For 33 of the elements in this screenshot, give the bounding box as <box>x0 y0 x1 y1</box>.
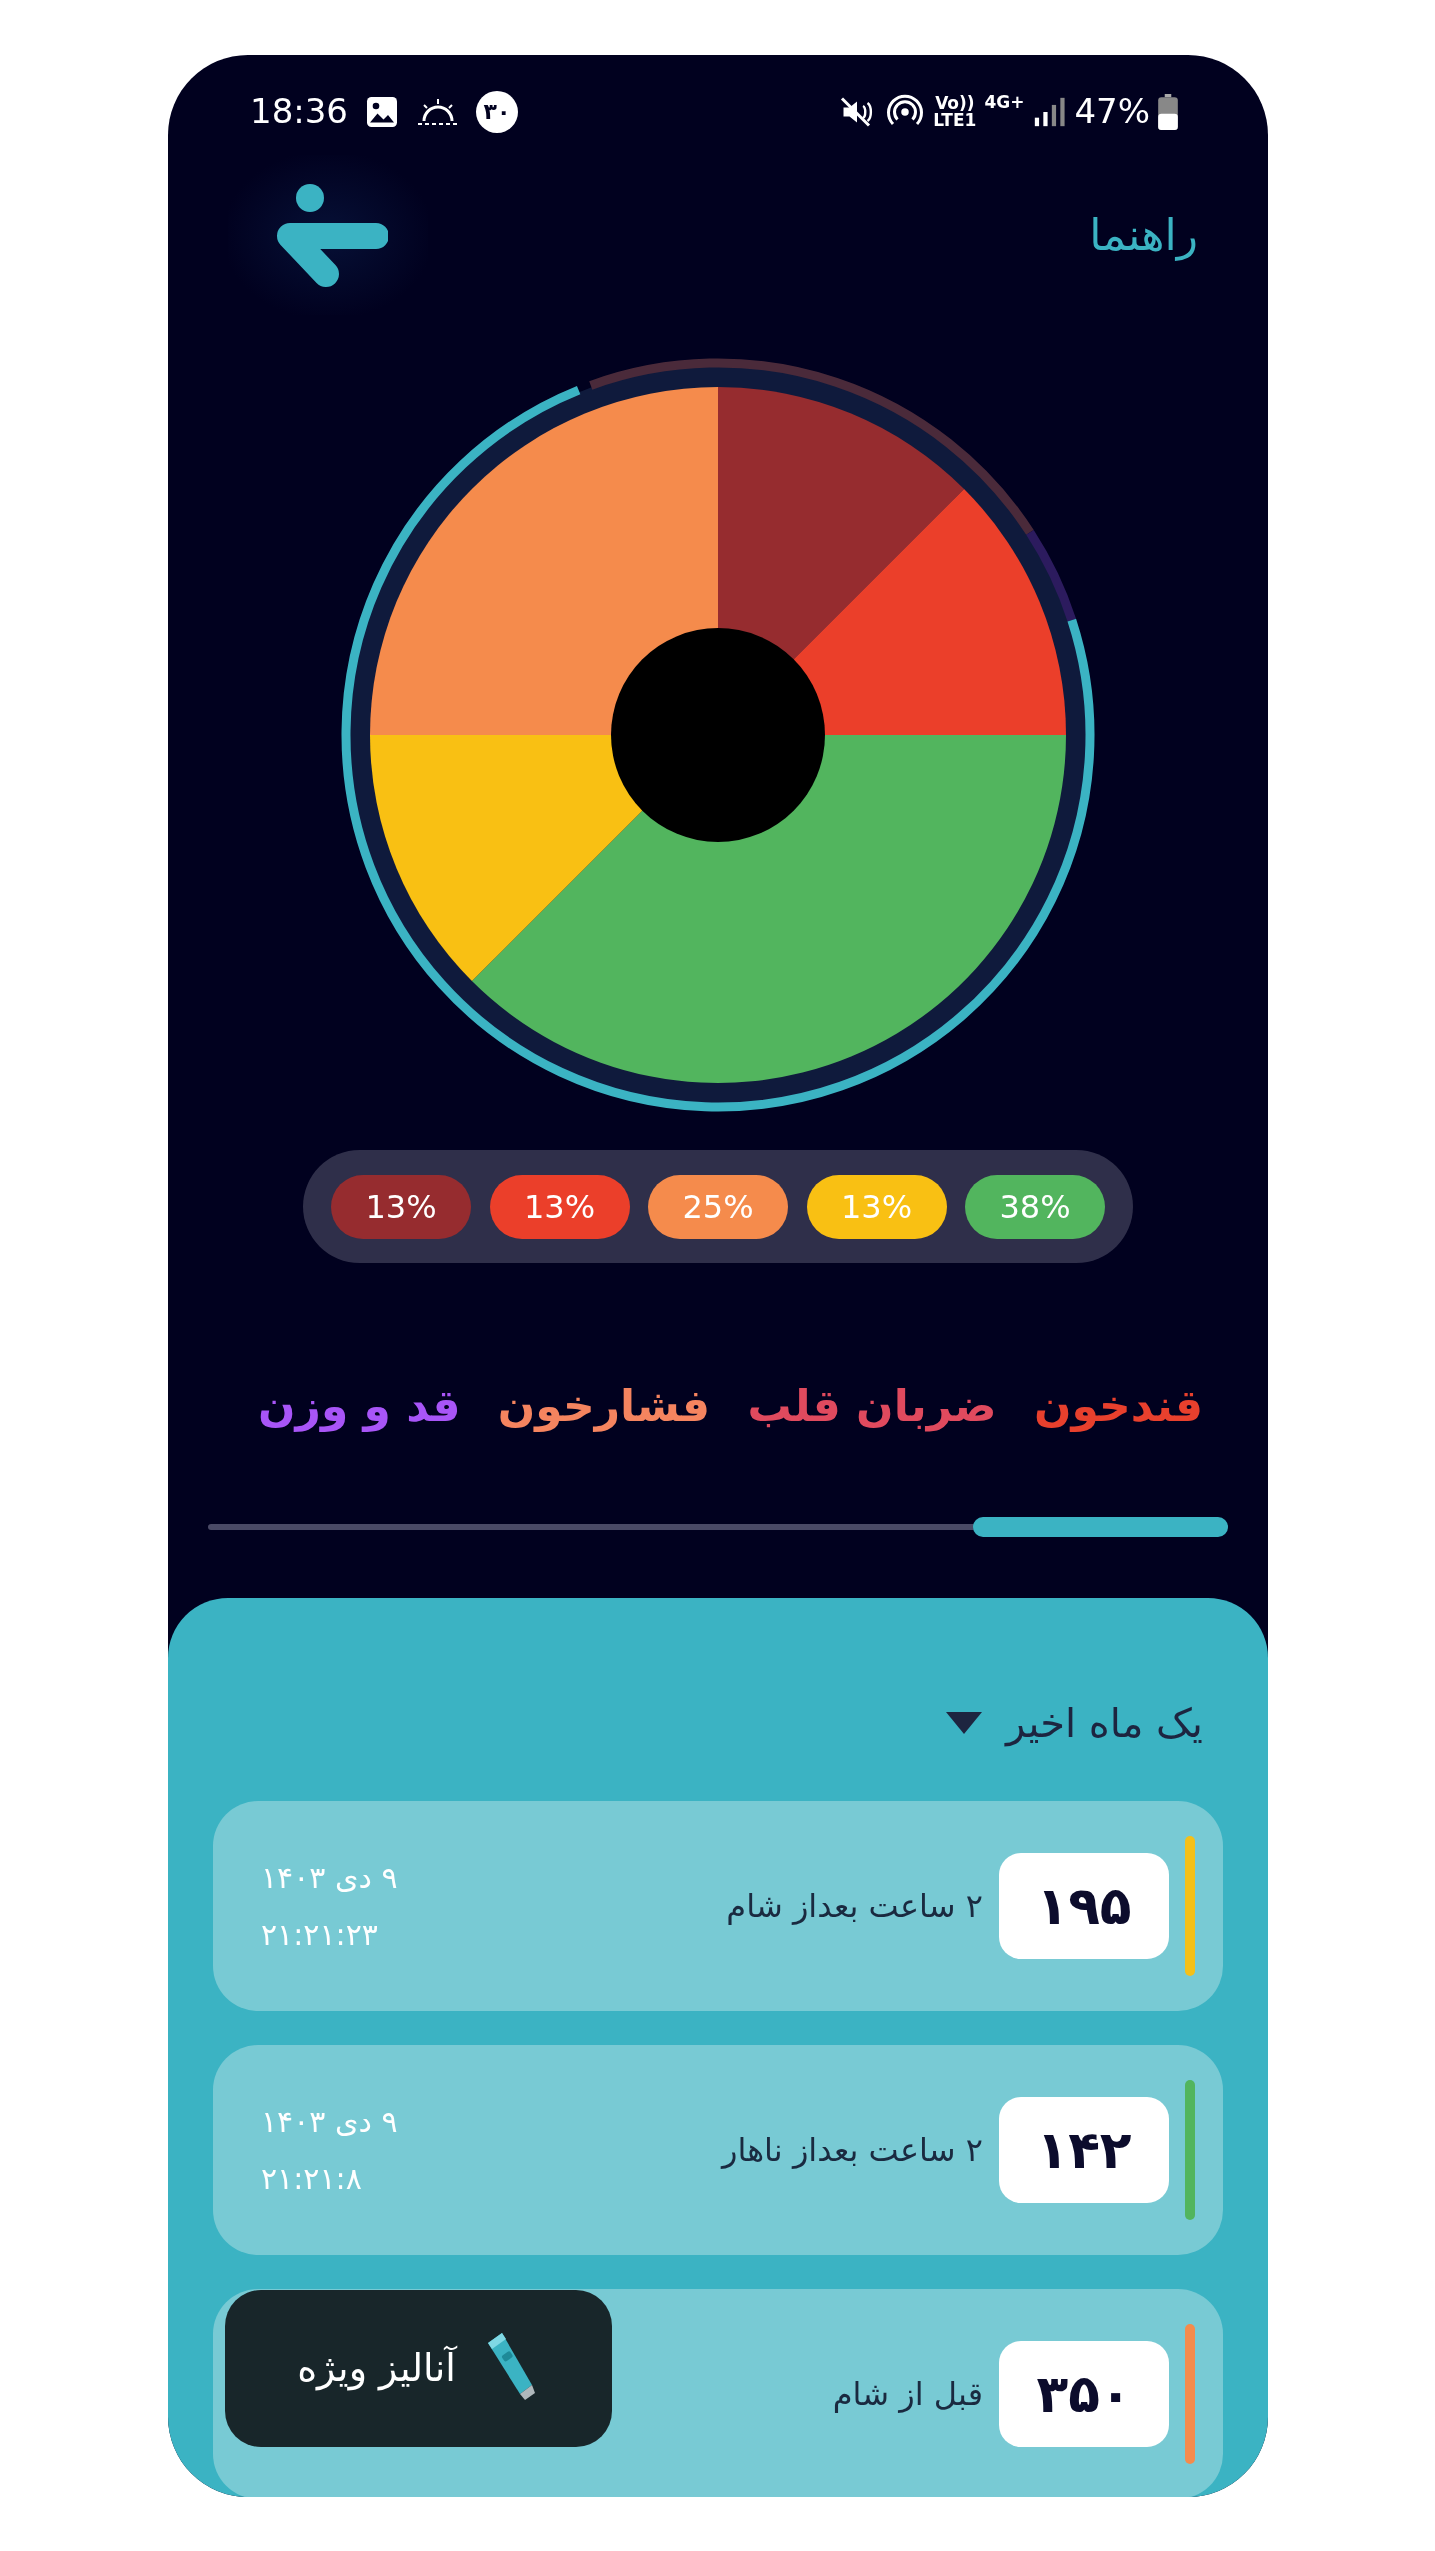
volte-text: Vo)) <box>935 94 975 112</box>
caret-icon <box>946 1712 983 1734</box>
network-text: 4G+ <box>984 91 1025 114</box>
reading-date: ۹ دی ۱۴۰۳ <box>261 2103 398 2141</box>
reading-time: ۲۱:۲۱:۸ <box>261 2160 362 2198</box>
reading-value: ۱۹۵ <box>999 1853 1169 1959</box>
reading-card[interactable]: ۱۴۲ ۲ ساعت بعداز ناهار ۹ دی ۱۴۰۳ ۲۱:۲۱:۸ <box>213 2045 1223 2255</box>
tab[interactable]: قد و وزن <box>258 1373 461 1439</box>
page-title: راهنما <box>1089 208 1198 263</box>
notification-badge: ۳۰ <box>476 90 518 133</box>
lte-text: LTE1 <box>933 111 977 129</box>
reading-label: ۲ ساعت بعداز ناهار <box>722 2130 983 2171</box>
analysis-button[interactable]: آنالیز ویژه <box>225 2290 612 2447</box>
tab[interactable]: فشارخون <box>497 1373 711 1439</box>
percent-pill: 13% <box>489 1174 630 1239</box>
percent-pill: 38% <box>965 1174 1105 1239</box>
reading-label: قبل از شام <box>832 2374 983 2415</box>
percent-pill: 25% <box>648 1174 788 1239</box>
reading-label: ۲ ساعت بعداز شام <box>726 1886 983 1927</box>
sunrise-icon <box>416 96 460 127</box>
battery-text: 47% <box>1074 90 1150 133</box>
percent-pill: 13% <box>331 1174 471 1239</box>
period-dropdown[interactable]: یک ماه اخیر <box>946 1693 1203 1753</box>
reading-value: ۱۴۲ <box>999 2097 1169 2203</box>
reading-card[interactable]: ۱۹۵ ۲ ساعت بعداز شام ۹ دی ۱۴۰۳ ۲۱:۲۱:۲۳ <box>213 1801 1223 2011</box>
reading-date: ۹ دی ۱۴۰۳ <box>261 1859 398 1897</box>
reading-value: ۳۵۰ <box>999 2341 1169 2447</box>
battery-icon <box>1158 93 1178 130</box>
reading-time: ۲۱:۲۱:۲۳ <box>261 1916 378 1954</box>
tab[interactable]: قندخون <box>1033 1373 1203 1439</box>
clock-text: 18:36 <box>250 90 348 133</box>
percent-pill: 13% <box>806 1174 947 1239</box>
tab[interactable]: ضربان قلب <box>747 1373 997 1439</box>
